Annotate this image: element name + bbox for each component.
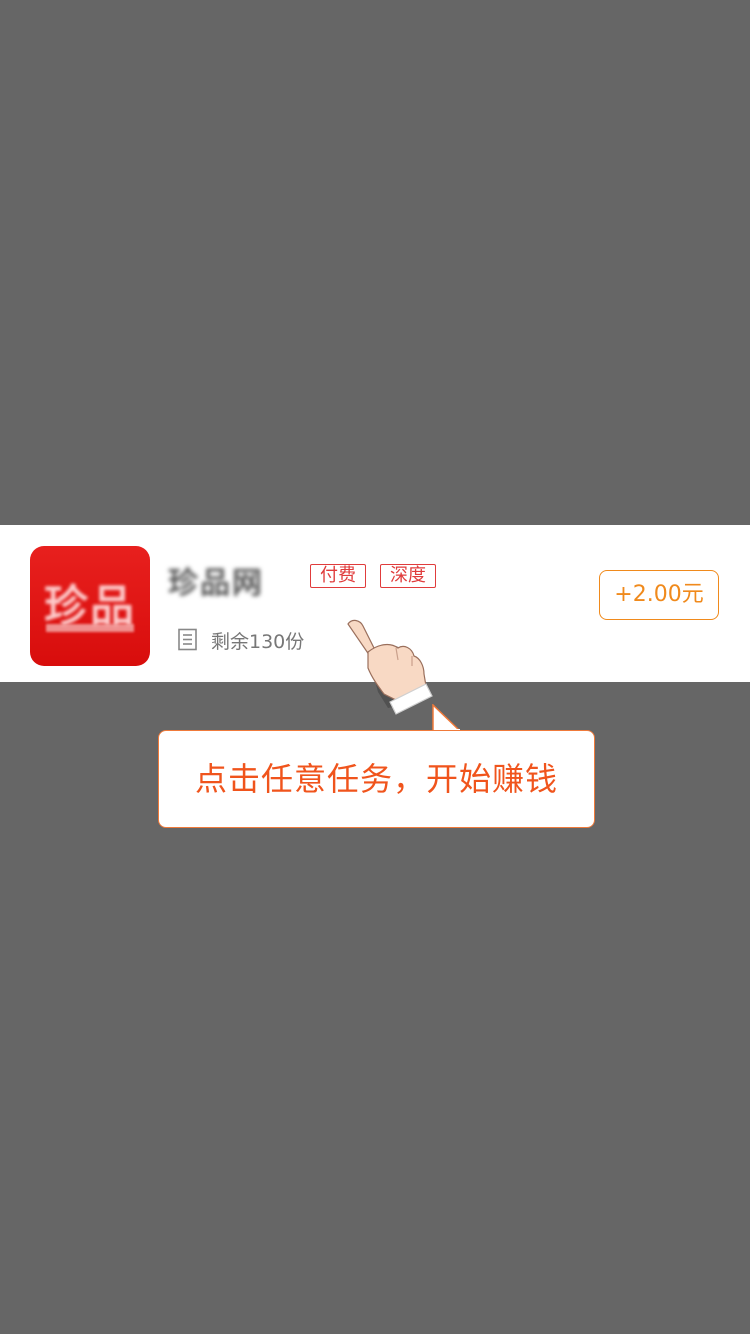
tag-paid: 付费 [310, 564, 366, 588]
app-icon: 珍品 [30, 546, 150, 666]
remaining-count: 剩余130份 [211, 630, 305, 653]
document-icon [178, 628, 197, 651]
reward-button[interactable]: +2.00元 [599, 570, 719, 620]
guide-tooltip-text: 点击任意任务，开始赚钱 [194, 760, 558, 798]
app-name: 珍品网 [168, 566, 264, 601]
guide-tooltip: 点击任意任务，开始赚钱 [158, 730, 595, 828]
tooltip-arrow [432, 704, 461, 732]
app-icon-subtitle-bar [46, 624, 134, 632]
remaining-row: 剩余130份 [177, 627, 304, 653]
tag-deep: 深度 [380, 564, 436, 588]
